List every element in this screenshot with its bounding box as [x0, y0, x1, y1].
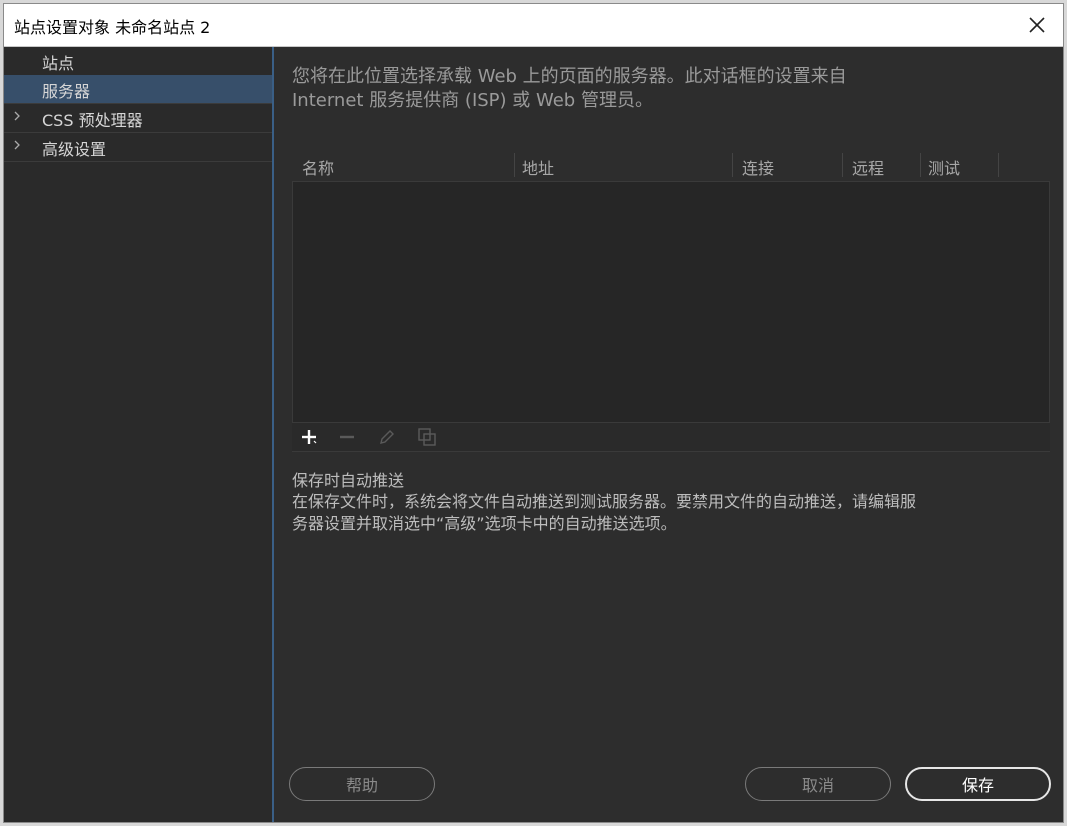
- servers-panel: 您将在此位置选择承载 Web 上的页面的服务器。此对话框的设置来自 Intern…: [274, 47, 1063, 822]
- chevron-right-icon[interactable]: [12, 109, 22, 123]
- sidebar-item-site[interactable]: 站点: [4, 47, 272, 75]
- save-button[interactable]: 保存: [905, 767, 1051, 801]
- sidebar-item-label: 服务器: [42, 82, 91, 101]
- autopush-line: 在保存文件时，系统会将文件自动推送到测试服务器。要禁用文件的自动推送，请编辑服: [292, 492, 917, 511]
- sidebar-item-servers[interactable]: 服务器: [4, 75, 272, 104]
- server-table-header: 名称 地址 连接 远程 测试: [292, 151, 1050, 181]
- remove-server-button[interactable]: [334, 425, 360, 449]
- sidebar-item-advanced-settings[interactable]: 高级设置: [4, 133, 272, 162]
- cancel-button[interactable]: 取消: [745, 767, 891, 801]
- title-bar: 站点设置对象 未命名站点 2: [4, 4, 1063, 47]
- column-divider: [998, 153, 999, 177]
- close-icon: [1029, 17, 1045, 33]
- server-toolbar: [292, 423, 1050, 452]
- window-title: 站点设置对象 未命名站点 2: [14, 18, 211, 37]
- minus-icon: [340, 435, 354, 439]
- column-header-connection[interactable]: 连接: [742, 155, 774, 179]
- add-server-button[interactable]: [296, 425, 322, 449]
- chevron-right-icon[interactable]: [12, 138, 22, 152]
- settings-sidebar: 站点 服务器 CSS 预处理器 高级设置: [4, 47, 274, 822]
- duplicate-server-button[interactable]: [414, 425, 440, 449]
- intro-line: 您将在此位置选择承载 Web 上的页面的服务器。此对话框的设置来自: [292, 66, 847, 87]
- column-header-name[interactable]: 名称: [302, 155, 334, 179]
- autopush-line: 务器设置并取消选中“高级”选项卡中的自动推送选项。: [292, 514, 677, 533]
- intro-line: Internet 服务提供商 (ISP) 或 Web 管理员。: [292, 90, 653, 111]
- plus-icon: [302, 430, 317, 444]
- duplicate-icon: [418, 428, 436, 446]
- column-divider: [842, 153, 843, 177]
- edit-server-button[interactable]: [374, 425, 400, 449]
- sidebar-item-label: 站点: [42, 54, 75, 73]
- help-button[interactable]: 帮助: [289, 767, 435, 801]
- intro-text: 您将在此位置选择承载 Web 上的页面的服务器。此对话框的设置来自 Intern…: [292, 65, 992, 113]
- sidebar-item-label: 高级设置: [42, 140, 107, 159]
- column-divider: [920, 153, 921, 177]
- column-header-remote[interactable]: 远程: [852, 155, 884, 179]
- autopush-heading: 保存时自动推送: [292, 471, 405, 490]
- server-list[interactable]: [292, 181, 1050, 423]
- column-divider: [514, 153, 515, 177]
- sidebar-item-css-preprocessors[interactable]: CSS 预处理器: [4, 104, 272, 133]
- sidebar-item-label: CSS 预处理器: [42, 111, 143, 130]
- pencil-icon: [380, 430, 394, 444]
- close-button[interactable]: [1011, 4, 1063, 46]
- column-divider: [732, 153, 733, 177]
- site-settings-dialog: 站点设置对象 未命名站点 2 站点 服务器 CSS 预处理器 高级设置 您将在此…: [3, 3, 1064, 823]
- autopush-description: 在保存文件时，系统会将文件自动推送到测试服务器。要禁用文件的自动推送，请编辑服 …: [292, 491, 1032, 535]
- column-header-test[interactable]: 测试: [928, 155, 960, 179]
- column-header-address[interactable]: 地址: [522, 155, 554, 179]
